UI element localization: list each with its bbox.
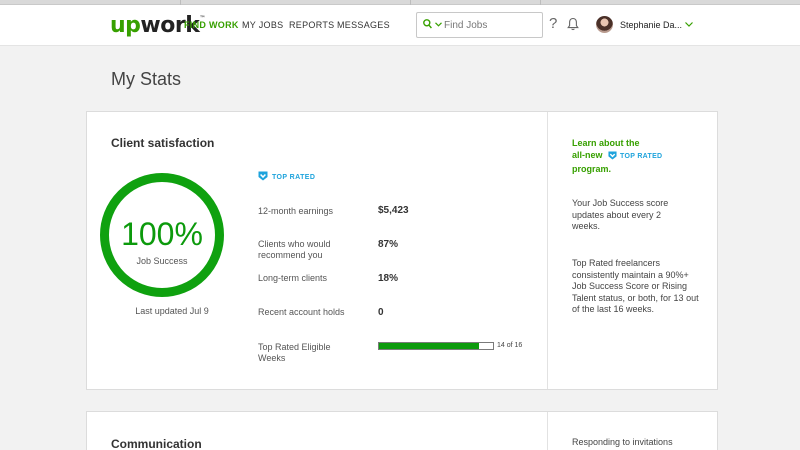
nav-reports[interactable]: REPORTS [289, 20, 334, 30]
top-rated-label: TOP RATED [272, 173, 316, 181]
stat-value-recommend: 87% [378, 239, 399, 250]
learn-link-line2: all-new [572, 150, 603, 160]
eligible-weeks-text: 14 of 16 [497, 342, 523, 349]
stat-value-long-term: 18% [378, 273, 399, 284]
job-success-label: Job Success [136, 256, 188, 266]
eligible-weeks-progress-fill [379, 343, 479, 349]
nav-find-work[interactable]: FIND WORK [184, 20, 239, 30]
side-top-rated-label: TOP RATED [620, 153, 663, 160]
avatar[interactable] [596, 16, 613, 33]
bell-icon[interactable] [567, 17, 579, 31]
search-box[interactable] [416, 12, 543, 38]
learn-top-rated-link[interactable]: Learn about the all-new TOP RATED progra… [572, 137, 682, 175]
top-navigation: upwork™ FIND WORK MY JOBS REPORTS MESSAG… [0, 5, 800, 46]
client-satisfaction-card: Client satisfaction 100% Job Success Las… [86, 111, 718, 390]
top-rated-icon [258, 171, 268, 181]
side-top-rated-badge: TOP RATED [608, 151, 662, 163]
card-title: Communication [111, 437, 202, 450]
search-icon[interactable] [423, 19, 432, 29]
job-success-value: 100% [121, 216, 203, 252]
job-success-ring: 100% Job Success [100, 173, 224, 297]
responding-invitations-text: Responding to invitations [572, 437, 673, 447]
stat-label-eligible-weeks: Top Rated Eligible Weeks [258, 342, 331, 363]
top-rated-note: Top Rated freelancers consistently maint… [572, 258, 699, 314]
stat-value-earnings: $5,423 [378, 205, 409, 216]
eligible-weeks-progress [378, 342, 494, 350]
learn-link-line3: program. [572, 164, 612, 174]
help-icon[interactable]: ? [549, 15, 557, 32]
communication-card: Communication Responding to invitations [86, 411, 718, 450]
learn-link-line1: Learn about the [572, 138, 640, 148]
card-title: Client satisfaction [111, 136, 215, 150]
chevron-down-icon[interactable] [685, 22, 693, 27]
job-success-note: Your Job Success score updates about eve… [572, 198, 669, 231]
page-title: My Stats [111, 69, 182, 89]
top-rated-icon [608, 151, 617, 160]
last-updated: Last updated Jul 9 [135, 306, 209, 316]
stat-value-account-holds: 0 [378, 307, 384, 318]
card-divider [547, 412, 548, 450]
search-input[interactable] [444, 18, 539, 32]
user-name[interactable]: Stephanie Da... [620, 20, 682, 30]
nav-my-jobs[interactable]: MY JOBS [242, 20, 283, 30]
card-divider [547, 112, 548, 389]
nav-messages[interactable]: MESSAGES [337, 20, 390, 30]
chevron-down-icon[interactable] [435, 22, 442, 27]
stat-label-recommend: Clients who would recommend you [258, 239, 331, 260]
stat-label-earnings: 12-month earnings [258, 206, 334, 216]
top-rated-badge: TOP RATED [258, 171, 316, 182]
stat-label-account-holds: Recent account holds [258, 307, 345, 317]
stat-label-long-term: Long-term clients [258, 273, 328, 283]
